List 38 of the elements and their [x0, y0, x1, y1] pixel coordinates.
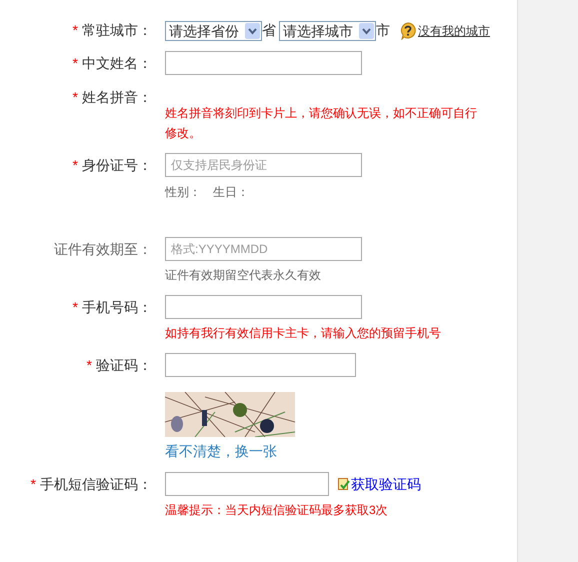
field-label: 手机短信验证码：: [40, 474, 152, 494]
unit-text: 省: [262, 21, 276, 40]
input-field[interactable]: [165, 472, 329, 496]
required-mark: *: [30, 474, 36, 494]
field-label: 常驻城市：: [82, 20, 152, 40]
required-mark: *: [72, 54, 78, 72]
input-field[interactable]: 仅支持居民身份证: [165, 153, 362, 177]
city-select[interactable]: 请选择城市: [279, 20, 376, 40]
hint-text: 姓名拼音将刻印到卡片上，请您确认无误，如不正确可自行修改。: [165, 105, 478, 142]
document-check-icon: [338, 478, 350, 490]
info-label: 生日：: [213, 184, 249, 201]
field-label: 中文姓名：: [82, 54, 152, 72]
province-select[interactable]: 请选择省份: [165, 20, 262, 40]
chevron-icon: [359, 22, 374, 38]
chevron-icon: [245, 22, 260, 38]
input-field[interactable]: [165, 353, 356, 377]
input-field[interactable]: 格式:YYYYMMDD: [165, 237, 362, 261]
unit-text: 市: [376, 21, 390, 40]
refresh-captcha-link[interactable]: 看不清楚，换一张: [165, 441, 356, 462]
field-label: 姓名拼音：: [82, 88, 152, 106]
required-mark: *: [72, 298, 78, 316]
info-label: 性别：: [165, 184, 201, 201]
required-mark: *: [86, 356, 92, 374]
required-mark: *: [72, 156, 78, 174]
get-code-button[interactable]: 获取验证码: [338, 474, 421, 494]
field-label: 验证码：: [96, 356, 152, 374]
field-label: 证件有效期至：: [54, 240, 152, 258]
hint-text: 证件有效期留空代表永久有效: [165, 267, 322, 284]
no-city-link[interactable]: 没有我的城市: [418, 22, 490, 40]
hint-text: 如持有我行有效信用卡主卡，请输入您的预留手机号: [165, 325, 442, 342]
field-label: 身份证号：: [82, 156, 152, 174]
required-mark: *: [72, 88, 78, 106]
required-mark: *: [72, 20, 78, 40]
hint-text: 温馨提示：当天内短信验证码最多获取3次: [165, 502, 389, 519]
question-icon: [399, 22, 417, 40]
input-field[interactable]: [165, 295, 362, 319]
input-field[interactable]: [165, 51, 362, 75]
field-label: 手机号码：: [82, 298, 152, 316]
